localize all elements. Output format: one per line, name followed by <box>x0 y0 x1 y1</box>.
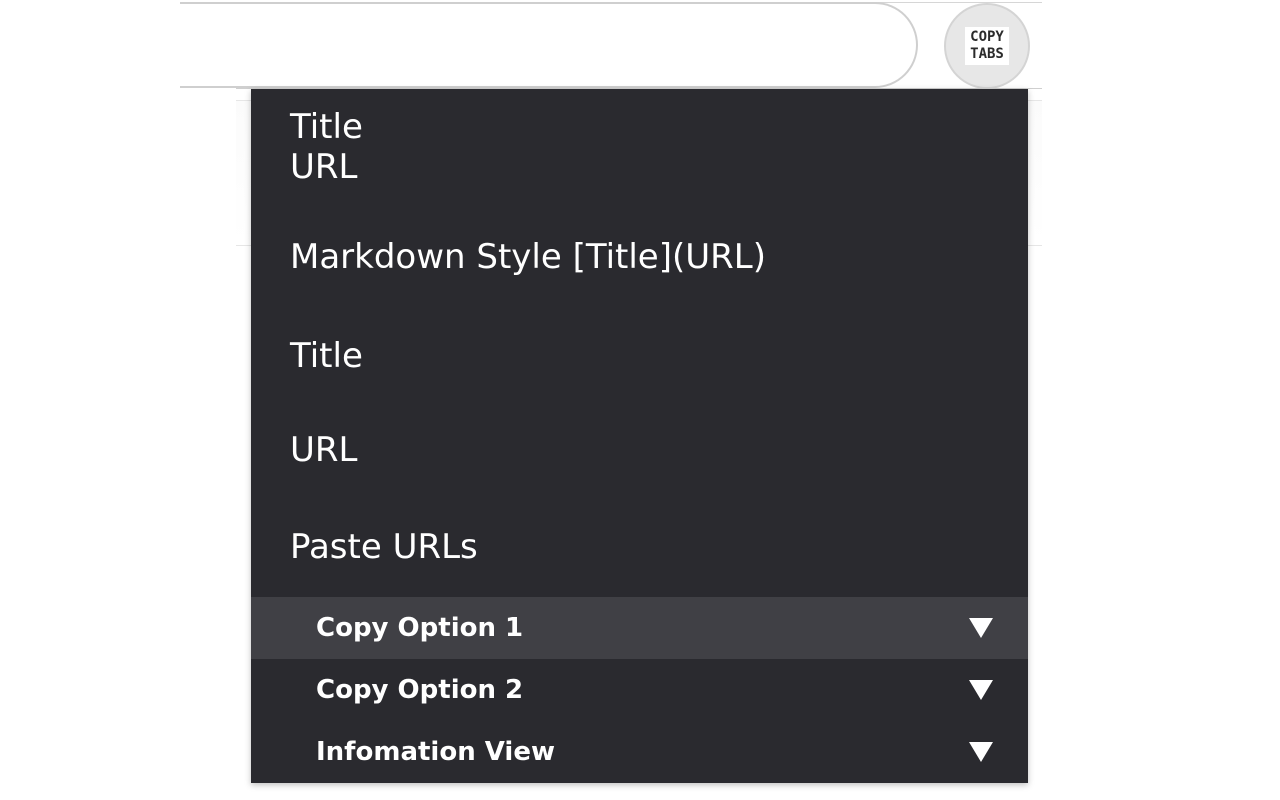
section-copy-option-2[interactable]: Copy Option 2 <box>251 659 1028 721</box>
menu-item-paste-urls[interactable]: Paste URLs <box>251 527 1028 567</box>
browser-screen: COPY TABS Title URL Markdown Style [Titl… <box>0 0 1280 800</box>
menu-item-title-url[interactable]: Title URL <box>251 107 1028 187</box>
logo-line-2: TABS <box>970 46 1004 62</box>
caret-down-icon <box>969 680 993 700</box>
copy-tabs-logo-icon: COPY TABS <box>965 27 1009 65</box>
section-information-view[interactable]: Infomation View <box>251 721 1028 783</box>
menu-item-markdown-style[interactable]: Markdown Style [Title](URL) <box>251 237 1028 277</box>
caret-down-icon <box>969 618 993 638</box>
section-copy-option-1[interactable]: Copy Option 1 <box>251 597 1028 659</box>
caret-down-icon <box>969 742 993 762</box>
copy-tabs-extension-button[interactable]: COPY TABS <box>944 3 1030 89</box>
section-label: Infomation View <box>316 737 555 767</box>
copy-tabs-popup: Title URL Markdown Style [Title](URL) Ti… <box>251 89 1028 783</box>
menu-item-label: Paste URLs <box>290 527 478 567</box>
menu-item-title[interactable]: Title <box>251 336 1028 376</box>
menu-item-label: Title <box>290 336 363 376</box>
menu-item-label: URL <box>290 147 358 187</box>
section-label: Copy Option 2 <box>316 675 524 705</box>
address-bar[interactable] <box>180 2 918 88</box>
menu-item-label: URL <box>290 430 358 470</box>
section-label: Copy Option 1 <box>316 613 524 643</box>
menu-item-label: Markdown Style [Title](URL) <box>290 237 766 277</box>
menu-item-label: Title <box>290 107 363 147</box>
logo-line-1: COPY <box>970 29 1004 45</box>
menu-item-url[interactable]: URL <box>251 430 1028 470</box>
